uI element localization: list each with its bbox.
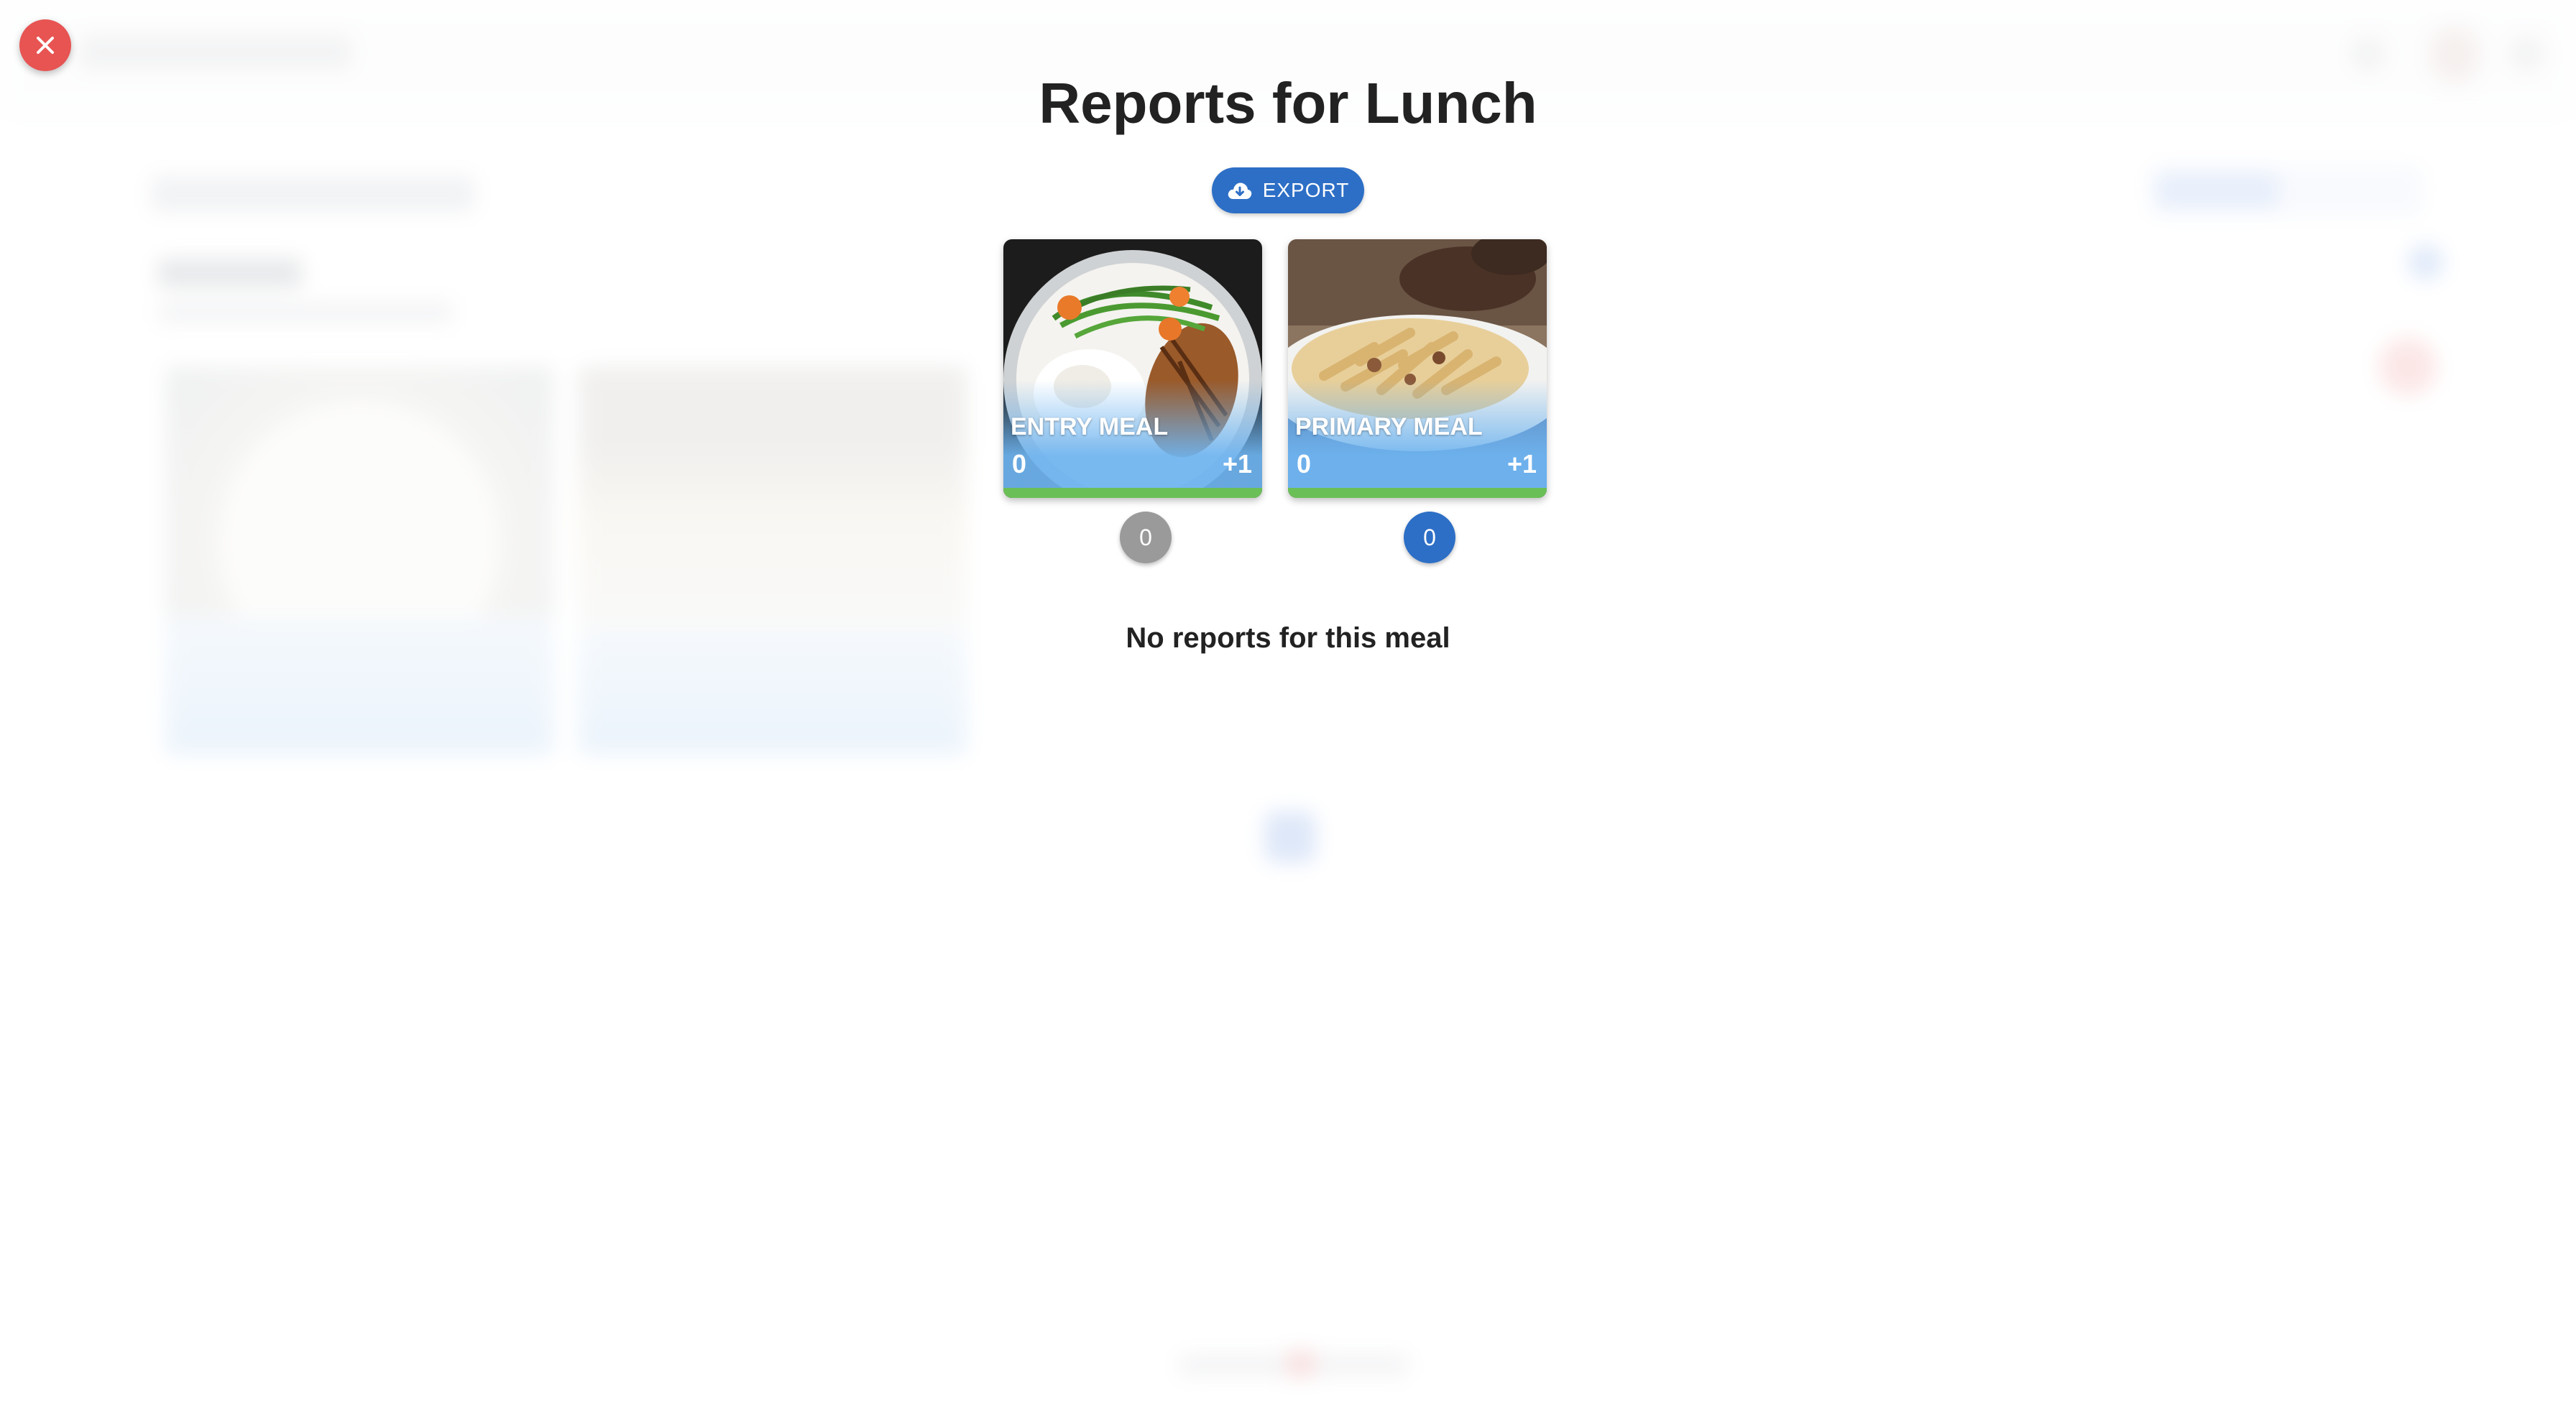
empty-state-message: No reports for this meal [1126, 622, 1450, 654]
cloud-download-icon [1228, 182, 1251, 199]
meal-card-entry[interactable]: ENTRY MEAL 0 +1 [1003, 239, 1262, 498]
meal-card-primary[interactable]: PRIMARY MEAL 0 +1 [1288, 239, 1547, 498]
meal-report-count-badge-entry[interactable]: 0 [1120, 512, 1172, 563]
meal-count: 0 [1012, 449, 1027, 479]
export-label: EXPORT [1262, 179, 1350, 201]
export-button[interactable]: EXPORT [1212, 167, 1364, 213]
meal-count: 0 [1297, 449, 1312, 479]
close-icon [37, 37, 54, 54]
meal-card-bar [1003, 488, 1262, 498]
meal-name: ENTRY MEAL [1011, 413, 1169, 440]
meal-name: PRIMARY MEAL [1295, 413, 1483, 440]
meal-increment: +1 [1506, 449, 1537, 479]
meal-card-bar [1288, 488, 1547, 498]
meal-report-count-badge-primary[interactable]: 0 [1404, 512, 1455, 563]
meal-increment: +1 [1222, 449, 1252, 479]
modal-title: Reports for Lunch [1039, 71, 1537, 135]
